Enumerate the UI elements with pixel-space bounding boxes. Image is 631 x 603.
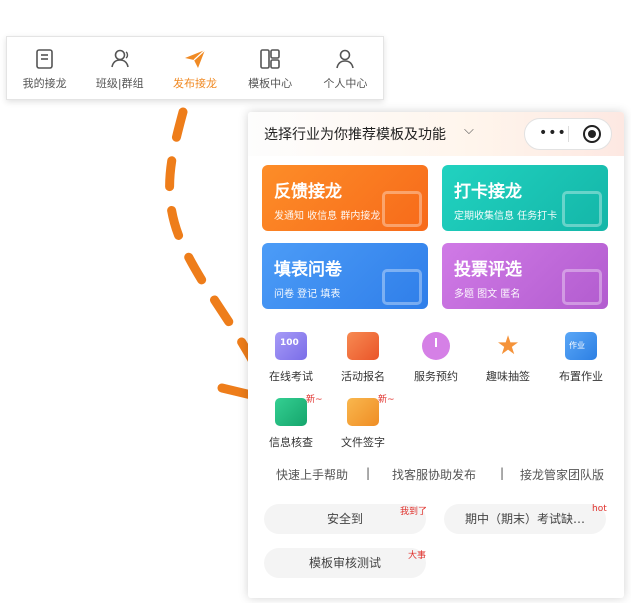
- feature-assign-homework[interactable]: 作业 布置作业: [544, 332, 618, 384]
- link-divider: |: [366, 466, 371, 480]
- card-feedback-jielong[interactable]: 反馈接龙 发通知 收信息 群内接龙: [262, 165, 428, 231]
- form-edit-icon: [382, 269, 422, 305]
- grid-icon: [260, 48, 280, 69]
- pill-tag: 我到了: [400, 507, 428, 517]
- check-info-icon: [275, 398, 307, 426]
- link-team-edition[interactable]: 接龙管家团队版: [520, 466, 604, 483]
- tab-personal-center[interactable]: 个人中心: [308, 46, 382, 91]
- link-customer-service[interactable]: 找客服协助发布: [392, 466, 476, 483]
- pill-label: 安全到: [326, 512, 363, 526]
- more-dots-icon[interactable]: •••: [539, 125, 567, 141]
- feature-label: 文件签字: [341, 436, 385, 449]
- template-pill-review-test[interactable]: 模板审核测试: [264, 548, 426, 578]
- feature-label: 服务预约: [414, 370, 458, 383]
- card-subtitle: 问卷 登记 填表: [274, 289, 341, 300]
- group-icon: [110, 49, 129, 67]
- card-vote[interactable]: 投票评选 多题 图文 匿名: [442, 243, 608, 309]
- sign-file-icon: [347, 398, 379, 426]
- industry-select-title[interactable]: 选择行业为你推荐模板及功能: [264, 124, 446, 144]
- person-icon: [336, 49, 355, 68]
- exam-icon: 100: [275, 332, 307, 360]
- tab-template-center[interactable]: 模板中心: [233, 46, 307, 91]
- vote-box-icon: [562, 269, 602, 305]
- pill-label: 模板审核测试: [308, 556, 381, 570]
- chat-bubble-icon: [382, 191, 422, 227]
- tab-label: 个人中心: [323, 76, 368, 90]
- card-checkin-jielong[interactable]: 打卡接龙 定期收集信息 任务打卡: [442, 165, 608, 231]
- record-icon[interactable]: [583, 125, 601, 143]
- calendar-check-icon: [562, 191, 602, 227]
- alarm-clock-icon: [422, 332, 450, 360]
- feature-label: 在线考试: [269, 370, 313, 383]
- tab-label: 模板中心: [248, 76, 293, 90]
- tab-class-group[interactable]: 班级|群组: [83, 46, 157, 91]
- card-title: 打卡接龙: [454, 182, 522, 202]
- star-icon: ★: [496, 331, 520, 361]
- bottom-tab-bar: 我的接龙 班级|群组 发布接龙 模板中心 个人中心: [6, 36, 384, 100]
- link-divider: |: [500, 466, 505, 480]
- capsule-divider: [568, 126, 569, 142]
- new-badge: 新~: [378, 395, 395, 405]
- pill-tag: 大事: [408, 551, 427, 561]
- tab-my-jielong[interactable]: 我的接龙: [8, 46, 82, 91]
- feature-fun-draw[interactable]: ★ 趣味抽签: [471, 332, 545, 384]
- miniprogram-capsule: •••: [524, 118, 612, 150]
- feature-label: 趣味抽签: [486, 370, 530, 383]
- card-title: 填表问卷: [274, 260, 342, 280]
- link-quick-start[interactable]: 快速上手帮助: [276, 466, 348, 483]
- homework-icon: 作业: [565, 332, 597, 360]
- feature-info-check[interactable]: 信息核查: [254, 398, 328, 450]
- pill-tag: hot: [592, 504, 607, 514]
- card-form-survey[interactable]: 填表问卷 问卷 登记 填表: [262, 243, 428, 309]
- feature-label: 活动报名: [341, 370, 385, 383]
- feature-label: 信息核查: [269, 436, 313, 449]
- card-subtitle: 多题 图文 匿名: [454, 289, 521, 300]
- tab-label: 班级|群组: [95, 76, 144, 90]
- feature-service-booking[interactable]: 服务预约: [399, 332, 473, 384]
- card-title: 投票评选: [454, 260, 522, 280]
- feature-file-sign[interactable]: 文件签字: [326, 398, 400, 450]
- panel-header: 选择行业为你推荐模板及功能 ⌵ •••: [248, 112, 624, 156]
- tab-label: 发布接龙: [172, 76, 217, 90]
- feature-online-exam[interactable]: 100 在线考试: [254, 332, 328, 384]
- card-subtitle: 发通知 收信息 群内接龙: [274, 211, 381, 222]
- pill-label: 期中（期末）考试缺…: [464, 512, 585, 526]
- chevron-down-icon[interactable]: ⌵: [464, 123, 474, 138]
- tab-label: 我的接龙: [22, 76, 67, 90]
- feature-activity-signup[interactable]: 活动报名: [326, 332, 400, 384]
- signup-icon: [347, 332, 379, 360]
- tab-publish-jielong[interactable]: 发布接龙: [158, 46, 232, 91]
- new-badge: 新~: [306, 395, 323, 405]
- template-pill-exam-absence[interactable]: 期中（期末）考试缺…: [444, 504, 606, 534]
- template-panel: 选择行业为你推荐模板及功能 ⌵ ••• 反馈接龙 发通知 收信息 群内接龙 打卡…: [248, 112, 624, 598]
- card-subtitle: 定期收集信息 任务打卡: [454, 211, 558, 222]
- card-title: 反馈接龙: [274, 182, 342, 202]
- feature-label: 布置作业: [559, 370, 603, 383]
- document-icon: [35, 48, 53, 69]
- send-icon: [184, 49, 206, 68]
